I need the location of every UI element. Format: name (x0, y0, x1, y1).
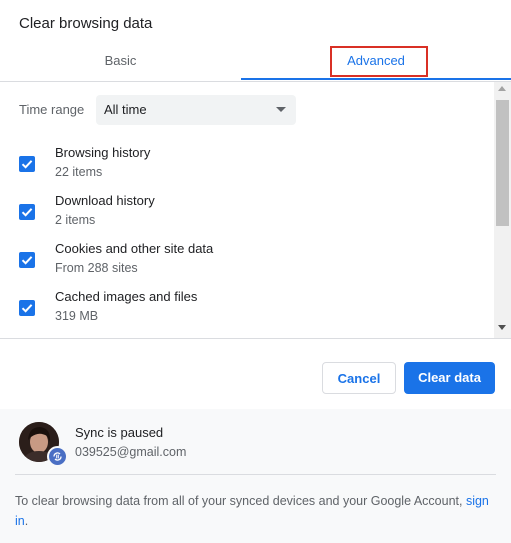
dialog-title: Clear browsing data (19, 15, 153, 32)
option-subtitle: From 288 sites (55, 261, 138, 275)
dropdown-arrow-icon (276, 107, 286, 112)
options-scroll-area: Time range All time Browsing history 22 … (0, 82, 511, 339)
sync-status: Sync is paused (75, 425, 164, 440)
vertical-scrollbar[interactable] (494, 82, 511, 338)
scrollbar-thumb[interactable] (496, 100, 509, 226)
scroll-down-arrow-icon[interactable] (498, 325, 506, 330)
clear-browsing-data-dialog: Clear browsing data Basic Advanced Time … (0, 0, 511, 543)
option-title: Cookies and other site data (55, 241, 214, 256)
tab-basic[interactable]: Basic (0, 42, 241, 80)
clear-data-button[interactable]: Clear data (404, 362, 495, 394)
time-range-label: Time range (19, 102, 85, 117)
sync-note-text: To clear browsing data from all of your … (15, 494, 463, 508)
checkbox-checked-icon[interactable] (19, 300, 35, 316)
option-title: Cached images and files (55, 289, 198, 304)
time-range-value: All time (104, 102, 147, 117)
tab-bar: Basic Advanced (0, 42, 511, 82)
option-subtitle: 22 items (55, 165, 103, 179)
checkbox-checked-icon[interactable] (19, 252, 35, 268)
time-range-select[interactable]: All time (96, 95, 296, 125)
option-browsing-history[interactable]: Browsing history 22 items (0, 145, 490, 189)
cancel-button[interactable]: Cancel (322, 362, 396, 394)
active-tab-indicator (241, 78, 511, 80)
checkbox-checked-icon[interactable] (19, 204, 35, 220)
sync-paused-icon (47, 446, 68, 467)
option-title: Browsing history (55, 145, 151, 160)
dialog-actions: Cancel Clear data (0, 339, 511, 409)
option-subtitle: 2 items (55, 213, 96, 227)
advanced-tab-highlight (330, 46, 428, 77)
option-cookies[interactable]: Cookies and other site data From 288 sit… (0, 241, 490, 285)
checkbox-checked-icon[interactable] (19, 156, 35, 172)
option-cached-images[interactable]: Cached images and files 319 MB (0, 289, 490, 333)
sync-note-period: . (24, 514, 29, 528)
divider (15, 474, 496, 475)
scroll-up-arrow-icon[interactable] (498, 86, 506, 91)
sync-note: To clear browsing data from all of your … (15, 491, 500, 531)
option-download-history[interactable]: Download history 2 items (0, 193, 490, 237)
account-email: 039525@gmail.com (75, 445, 187, 459)
option-subtitle: 319 MB (55, 309, 99, 323)
sync-section: Sync is paused 039525@gmail.com To clear… (0, 409, 511, 543)
option-title: Download history (55, 193, 155, 208)
